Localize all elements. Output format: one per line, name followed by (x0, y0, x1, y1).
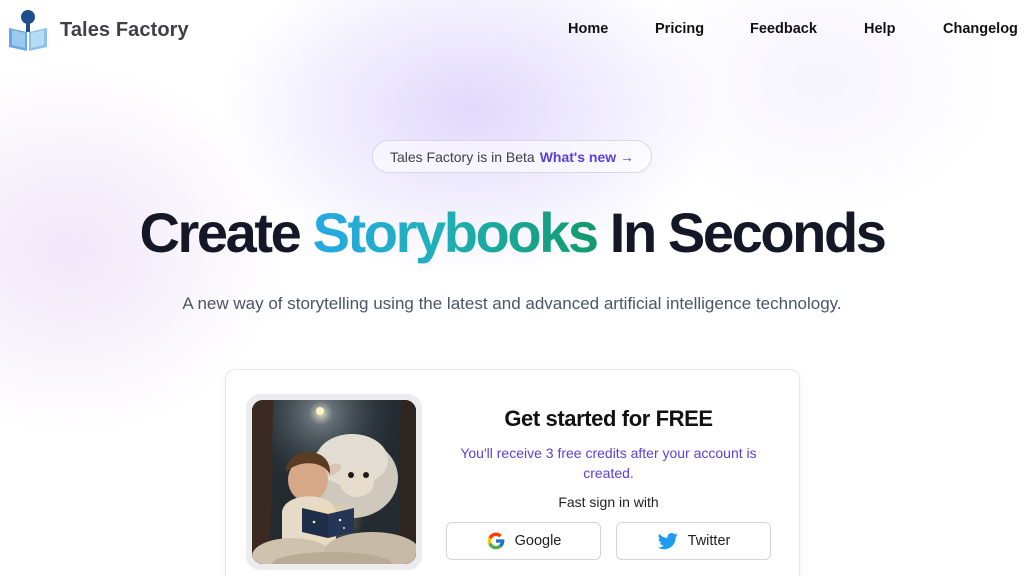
google-button-label: Google (514, 533, 562, 549)
nav-help-link[interactable]: Help (864, 21, 895, 37)
storybook-image-frame (246, 394, 422, 570)
twitter-bird-icon (657, 533, 678, 550)
headline-create: Create (139, 201, 301, 264)
hero-subtitle: A new way of storytelling using the late… (182, 294, 842, 313)
nav-feedback-link[interactable]: Feedback (750, 21, 817, 37)
signup-title: Get started for FREE (504, 406, 713, 431)
site-header: Tales Factory Home Pricing Feedback Help… (0, 0, 1024, 60)
page-headline: Create Storybooks In Seconds (0, 200, 1024, 265)
fast-sign-in-label: Fast sign in with (558, 494, 659, 510)
nav-changelog-link[interactable]: Changelog (943, 21, 1018, 37)
signup-card: Get started for FREE You'll receive 3 fr… (225, 369, 800, 576)
nav-pricing-link[interactable]: Pricing (655, 21, 704, 37)
beta-badge-text: Tales Factory is in Beta (389, 148, 535, 165)
main-nav: Home Pricing Feedback Help Changelog (0, 21, 1024, 41)
google-sign-in-button[interactable]: Google (446, 522, 601, 560)
child-reading-with-lamb-illustration (252, 400, 416, 564)
headline-storybooks: Storybooks (312, 201, 599, 264)
nav-home-link[interactable]: Home (568, 21, 608, 37)
headline-in-seconds: In Seconds (609, 201, 887, 264)
google-icon (487, 532, 504, 550)
free-credits-note: You'll receive 3 free credits after your… (460, 445, 757, 481)
twitter-button-label: Twitter (687, 533, 731, 549)
twitter-sign-in-button[interactable]: Twitter (616, 522, 771, 560)
whats-new-link[interactable]: What's new → (540, 149, 634, 165)
beta-badge[interactable]: Tales Factory is in Beta What's new → (372, 140, 652, 173)
